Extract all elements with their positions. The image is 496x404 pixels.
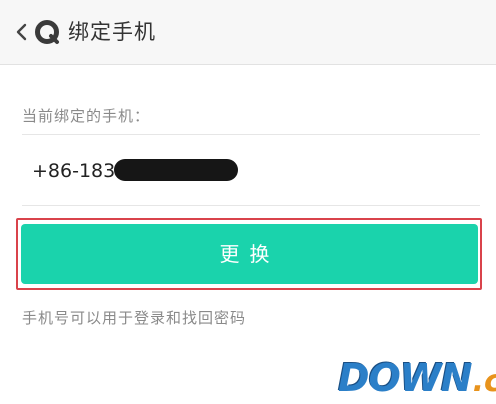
current-phone-label: 当前绑定的手机： (22, 107, 151, 125)
watermark-main: DOWN (338, 356, 473, 400)
current-phone-row: +86-183 (22, 140, 480, 202)
hint-text: 手机号可以用于登录和找回密码 (22, 309, 247, 327)
page-title: 绑定手机 (68, 20, 156, 44)
chevron-left-icon[interactable] (12, 22, 32, 42)
site-watermark: DOWN.cc (338, 356, 496, 400)
divider (22, 134, 480, 135)
header-bar: 绑定手机 (0, 0, 496, 65)
watermark-tld: .cc (472, 364, 496, 399)
phone-number: +86-183 (32, 160, 116, 182)
bind-phone-screen: 绑定手机 当前绑定的手机： +86-183 更换 手机号可以用于登录和找回密码 … (0, 0, 496, 404)
app-logo-icon (35, 20, 59, 44)
change-phone-button[interactable]: 更换 (21, 224, 478, 284)
divider (22, 205, 480, 206)
redaction-mark (114, 159, 238, 181)
